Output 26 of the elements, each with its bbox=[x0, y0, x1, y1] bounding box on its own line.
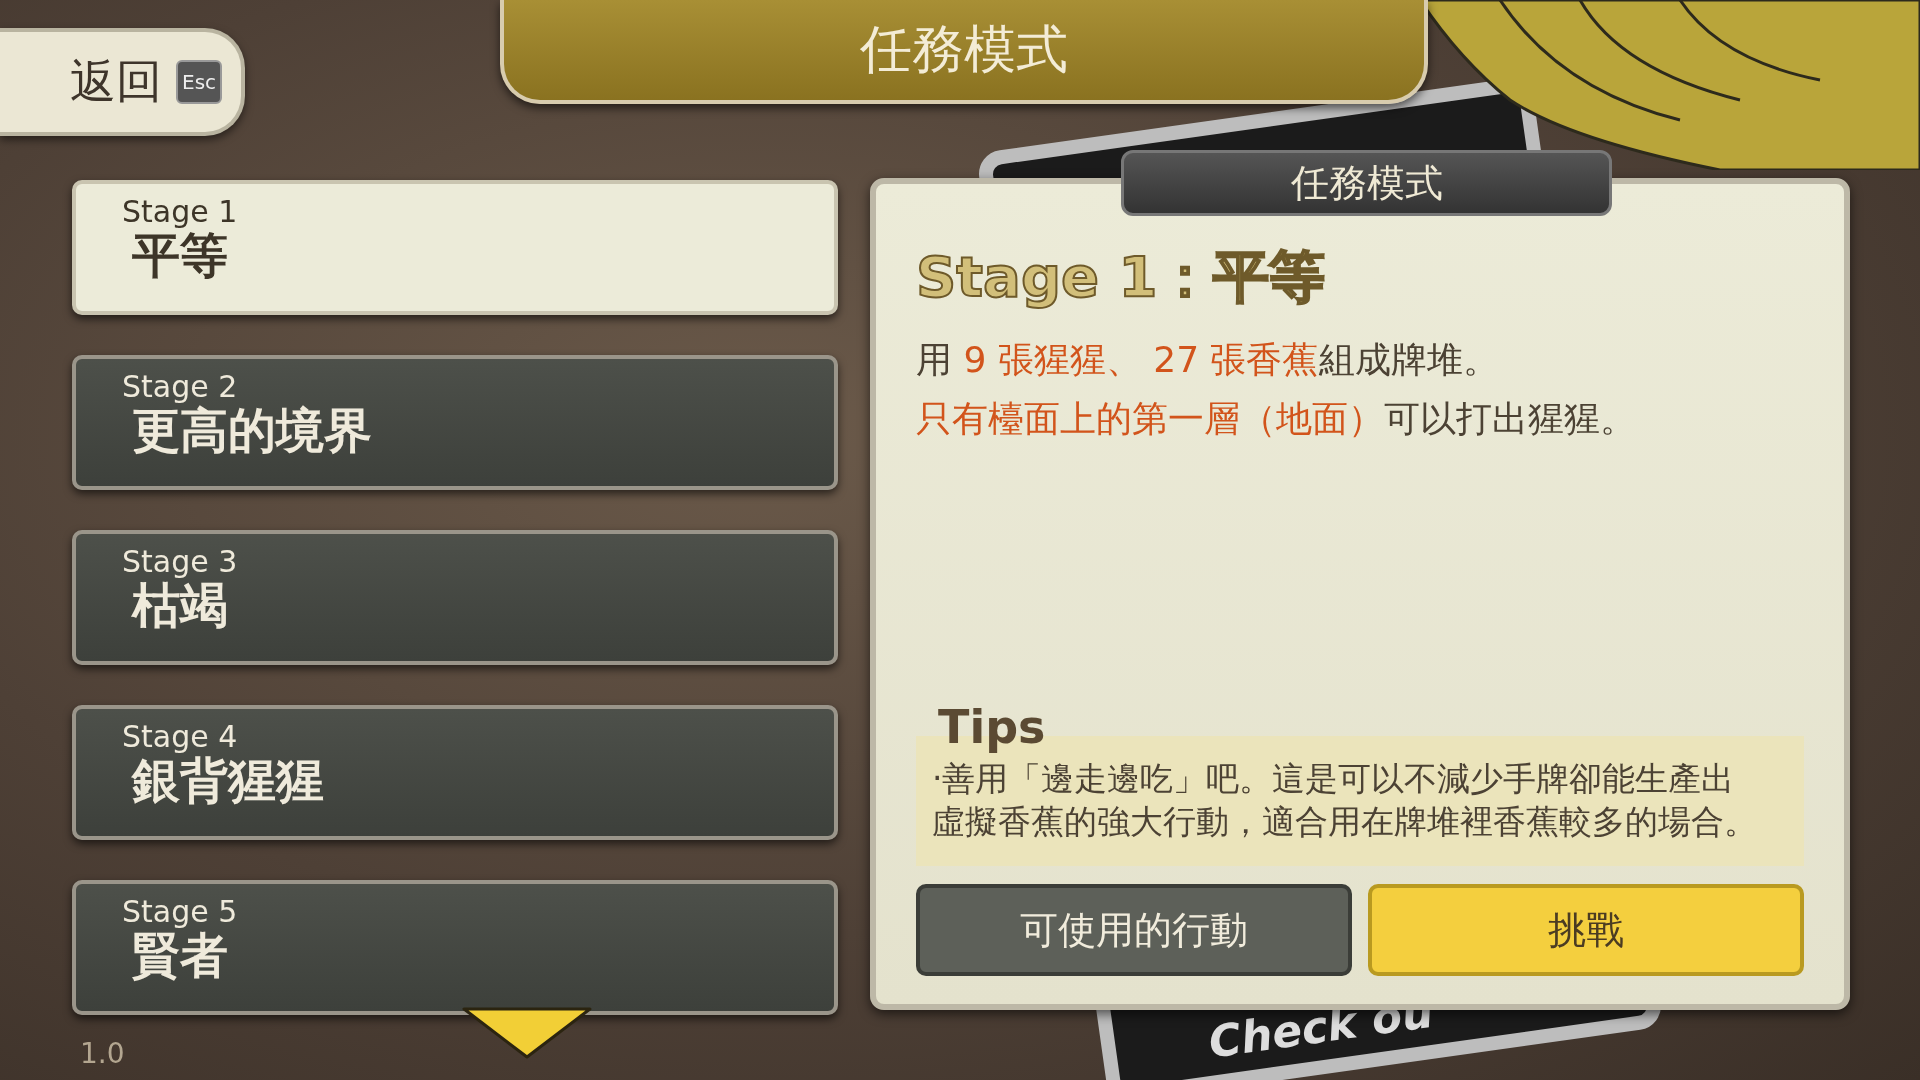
stage-number: Stage 2 bbox=[122, 369, 239, 404]
scroll-down-icon[interactable] bbox=[460, 1005, 594, 1061]
stage-name: 銀背猩猩 bbox=[132, 754, 325, 807]
esc-key-hint: Esc bbox=[176, 60, 223, 104]
panel-title: 任務模式 bbox=[1290, 159, 1443, 207]
stage-number: Stage 5 bbox=[122, 894, 239, 929]
stage-name: 賢者 bbox=[132, 929, 229, 982]
stage-item[interactable]: Stage 3 枯竭 bbox=[72, 530, 838, 665]
description-line: 只有檯面上的第一層（地面）可以打出猩猩。 bbox=[916, 397, 1637, 441]
back-button[interactable]: 返回 Esc bbox=[0, 28, 245, 136]
stage-name: 平等 bbox=[132, 229, 229, 282]
stage-number: Stage 4 bbox=[122, 719, 239, 754]
version-label: 1.0 bbox=[80, 1037, 126, 1070]
stage-number: Stage 3 bbox=[122, 544, 239, 579]
stage-item[interactable]: Stage 2 更高的境界 bbox=[72, 355, 838, 490]
stage-title: Stage 1：平等 bbox=[916, 243, 1327, 311]
challenge-button[interactable]: 挑戰 bbox=[1368, 884, 1804, 976]
actions-button[interactable]: 可使用的行動 bbox=[916, 884, 1352, 976]
stage-item[interactable]: Stage 1 平等 bbox=[72, 180, 838, 315]
stage-name: 更高的境界 bbox=[132, 404, 373, 457]
stage-item[interactable]: Stage 4 銀背猩猩 bbox=[72, 705, 838, 840]
stage-number: Stage 1 bbox=[122, 194, 239, 229]
stage-item[interactable]: Stage 5 賢者 bbox=[72, 880, 838, 1015]
screen-title: 任務模式 bbox=[860, 18, 1068, 81]
stage-name: 枯竭 bbox=[132, 579, 229, 632]
description-line: 用 9 張猩猩、 27 張香蕉組成牌堆。 bbox=[916, 338, 1500, 382]
